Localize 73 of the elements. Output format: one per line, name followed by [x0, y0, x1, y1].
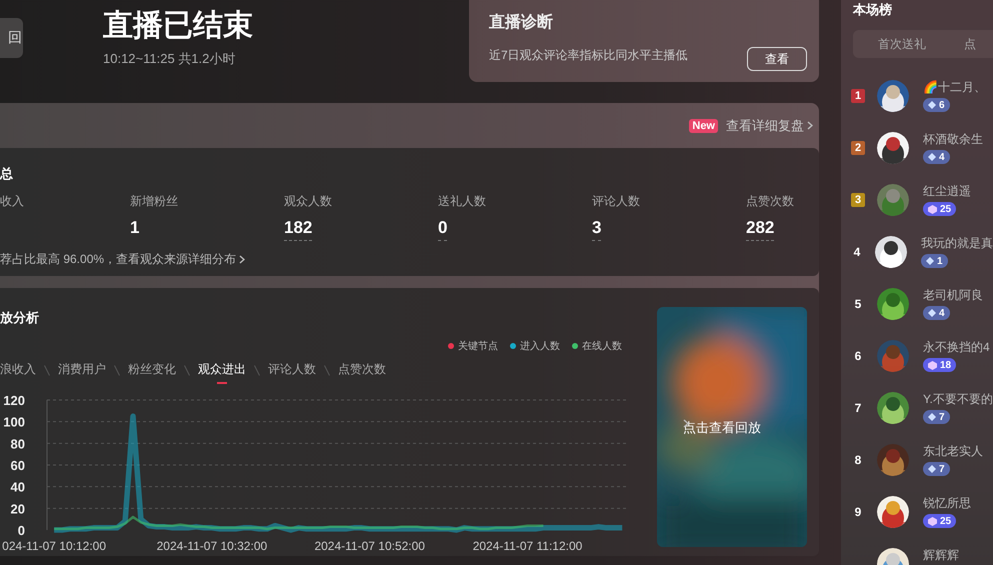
user-name: 杯酒敬余生	[923, 132, 983, 146]
axis-label: 024-11-07 10:12:00	[2, 539, 106, 553]
rank-badge: 2	[851, 141, 865, 155]
gift-count: 25	[923, 202, 956, 216]
gift-count: 18	[923, 358, 956, 372]
review-link[interactable]: 查看详细复盘	[726, 116, 813, 134]
user-name: 🌈十二月、	[923, 80, 986, 94]
gift-count: 4	[923, 150, 950, 164]
user-name: Y.不要不要的	[923, 392, 993, 406]
chart-tab[interactable]: 消费用户	[58, 361, 106, 384]
chart-tab[interactable]: 观众进出	[198, 361, 246, 384]
axis-label: 2024-11-07 10:52:00	[314, 539, 425, 553]
metric-value: 182	[284, 218, 312, 241]
gift-count: 25	[923, 514, 956, 528]
rank-number: 4	[852, 245, 862, 259]
rank-number: 9	[854, 505, 862, 519]
ranking-tab[interactable]: 首次送礼	[878, 36, 926, 52]
axis-label: 0	[18, 523, 25, 538]
metric-value: 282	[746, 218, 774, 241]
rank-number: 6	[854, 349, 862, 363]
card-title: 直播诊断	[489, 12, 554, 33]
user-name: 锐忆所思	[923, 496, 971, 510]
axis-label: 40	[10, 480, 25, 495]
legend-label: 在线人数	[582, 340, 622, 353]
metric-label: 评论人数	[592, 193, 640, 210]
live-duration: 10:12~11:25 共1.2小时	[103, 50, 236, 68]
axis-label: 80	[10, 436, 25, 452]
metric-label: 观众人数	[284, 193, 332, 210]
rank-number: 5	[854, 297, 862, 311]
metric-value: 1	[130, 218, 140, 239]
axis-label: 2024-11-07 11:12:00	[472, 539, 582, 553]
gift-count: 4	[923, 306, 950, 320]
axis-label: 60	[10, 458, 25, 473]
axis-label: 120	[3, 393, 25, 408]
rank-badge: 3	[851, 193, 865, 207]
back-button[interactable]: 回	[0, 18, 23, 58]
panel-title: 本场榜	[853, 1, 893, 19]
chart-tab[interactable]: 评论人数	[268, 361, 316, 384]
metric-label: 送礼人数	[438, 193, 486, 210]
legend-label: 关键节点	[458, 340, 498, 353]
axis-label: 20	[10, 501, 25, 516]
axis-label: 100	[3, 414, 25, 430]
gift-count: 7	[923, 410, 950, 424]
gift-count: 1	[921, 254, 948, 268]
chart-tab[interactable]: 粉丝变化	[128, 361, 176, 384]
source-link[interactable]: 荐占比最高 96.00%，查看观众来源详细分布	[0, 251, 819, 268]
metric-label: 点赞次数	[746, 193, 794, 210]
rank-badge: 1	[851, 89, 865, 103]
user-name: 东北老实人	[923, 444, 983, 458]
gift-count: 6	[923, 98, 950, 112]
view-button[interactable]: 查看	[747, 47, 807, 71]
axis-label: 2024-11-07 10:32:00	[156, 539, 268, 553]
new-badge: New	[689, 118, 718, 132]
metric-label: 新增粉丝	[130, 193, 178, 210]
metric-label: 收入	[0, 193, 24, 210]
user-name: 我玩的就是真	[921, 236, 993, 250]
ranking-tab[interactable]: 点	[964, 36, 976, 52]
gift-count: 7	[923, 462, 950, 476]
chart-tab[interactable]: 浪收入	[0, 361, 36, 384]
user-name: 永不换挡的4	[923, 340, 990, 354]
metric-value: 3	[592, 218, 602, 241]
card-title: 放分析	[0, 309, 40, 327]
diagnosis-text: 近7日观众评论率指标比同水平主播低	[489, 47, 689, 64]
user-name: 红尘逍遥	[923, 184, 971, 198]
chart-tab[interactable]: 点赞次数	[338, 361, 386, 384]
metric-value: 0	[438, 218, 448, 241]
rank-number: 8	[854, 453, 862, 467]
page-title: 直播已结束	[103, 8, 254, 44]
user-name: 辉辉辉	[923, 548, 959, 562]
user-name: 老司机阿良	[923, 288, 983, 302]
rank-number: 7	[854, 401, 862, 415]
replay-link[interactable]: 点击查看回放	[683, 419, 761, 437]
legend-label: 进入人数	[520, 340, 560, 353]
